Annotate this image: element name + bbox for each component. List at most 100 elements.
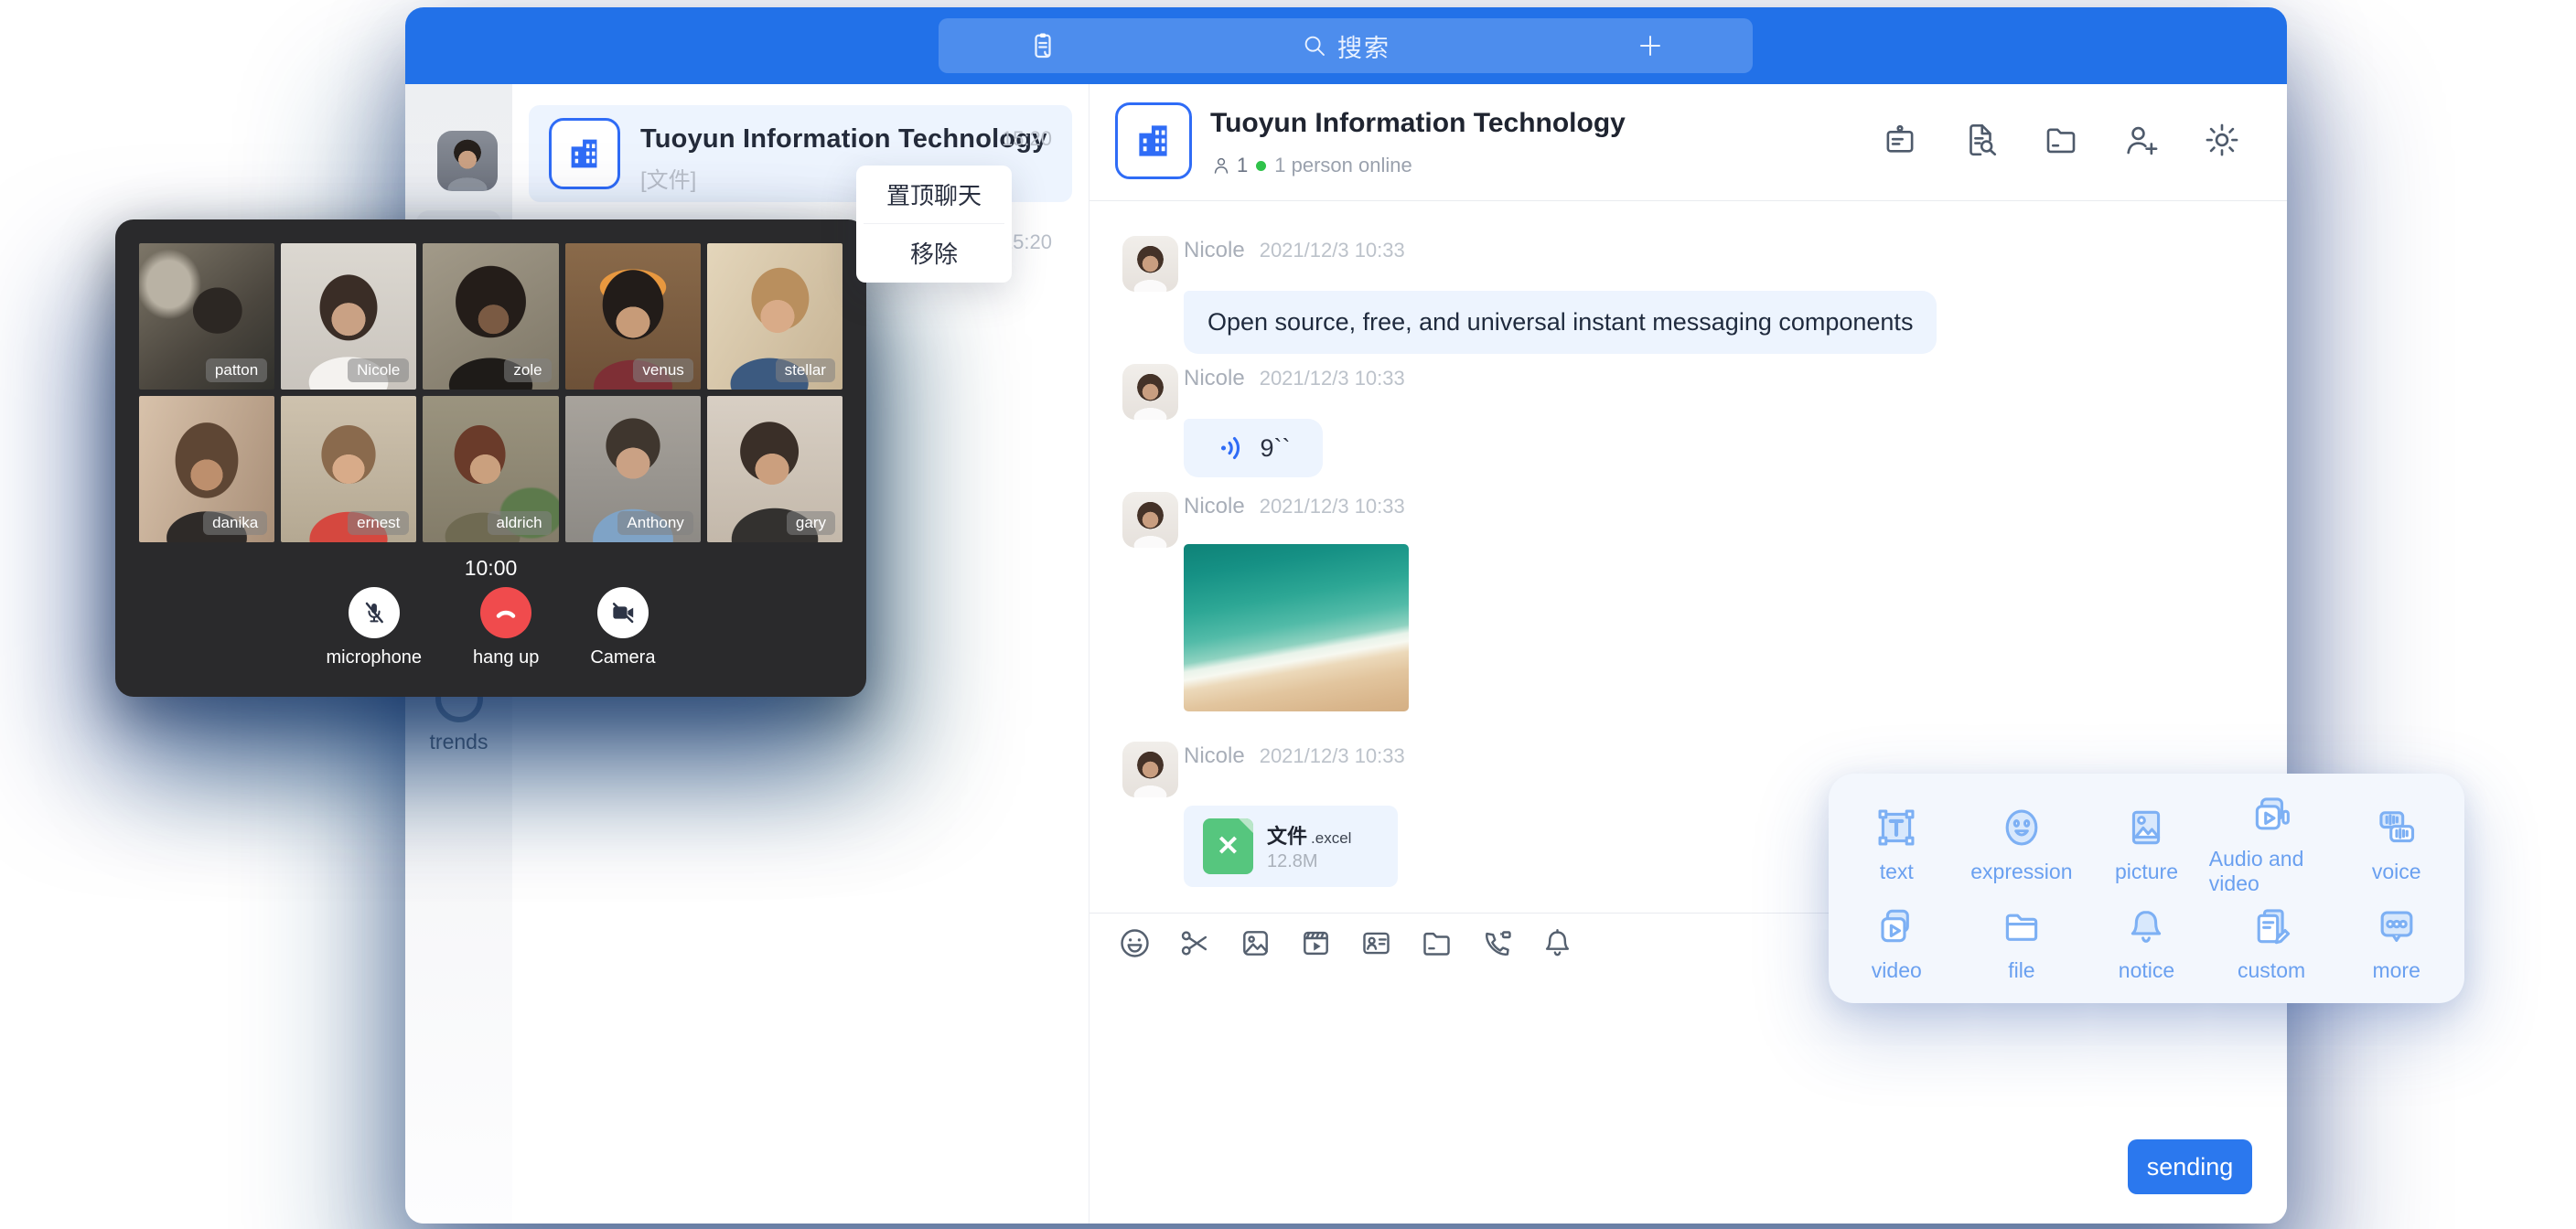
screenshot-icon[interactable] [1177, 925, 1213, 961]
online-dot [1256, 161, 1266, 171]
message-file: Nicole2021/12/3 10:33 ✕ 文件.excel 12.8M [1122, 742, 1488, 897]
hang-up-icon [491, 598, 521, 627]
member-icon [1210, 155, 1232, 176]
search-bar[interactable]: 搜索 [939, 18, 1753, 73]
message-voice: Nicole2021/12/3 10:33 9`` [1122, 364, 1488, 492]
microphone-label: microphone [327, 647, 423, 668]
image-icon[interactable] [1238, 925, 1273, 961]
building-icon [1131, 118, 1176, 164]
panel-label: picture [2115, 860, 2178, 884]
file-ext: .excel [1311, 829, 1351, 847]
video-tile[interactable]: zole [423, 243, 558, 390]
microphone-off-icon [360, 598, 389, 627]
avatar[interactable] [1122, 492, 1178, 548]
camera-label: Camera [590, 647, 655, 668]
video-tile[interactable]: venus [565, 243, 701, 390]
panel-item-more[interactable]: more [2334, 896, 2459, 990]
notification-icon[interactable] [1540, 925, 1575, 961]
hangup-label: hang up [473, 647, 539, 668]
send-button[interactable]: sending [2128, 1139, 2252, 1194]
add-member-icon[interactable] [2122, 121, 2161, 159]
participant-name: patton [206, 358, 267, 382]
message-time: 2021/12/3 10:33 [1260, 367, 1405, 390]
camera-off-button[interactable] [597, 587, 649, 638]
avatar[interactable] [1122, 364, 1178, 420]
call-timer: 10:00 [115, 556, 866, 581]
video-tile[interactable]: Anthony [565, 396, 701, 542]
video-tile[interactable]: patton [139, 243, 274, 390]
excel-file-icon: ✕ [1203, 818, 1253, 874]
chat-title: Tuoyun Information Technology [1210, 108, 1626, 139]
panel-item-text[interactable]: text [1834, 792, 1959, 896]
file-icon [1999, 903, 2045, 949]
video-tile[interactable]: ernest [281, 396, 416, 542]
hang-up-button[interactable] [480, 587, 531, 638]
video-tile[interactable]: stellar [707, 243, 843, 390]
sender-name: Nicole [1184, 238, 1245, 262]
message-time: 2021/12/3 10:33 [1260, 239, 1405, 262]
microphone-control: microphone [327, 587, 423, 668]
video-tile[interactable]: Nicole [281, 243, 416, 390]
voice-icon [2374, 805, 2420, 850]
panel-item-picture[interactable]: picture [2084, 792, 2209, 896]
participant-name: stellar [776, 358, 835, 382]
contact-card-icon[interactable] [1358, 925, 1394, 961]
menu-item-pin[interactable]: 置顶聊天 [856, 166, 1012, 223]
plus-icon[interactable] [1636, 31, 1665, 60]
participant-name: zole [504, 358, 551, 382]
announcement-icon[interactable] [1881, 121, 1919, 159]
voice-wave-icon [1217, 432, 1250, 465]
trends-label: trends [405, 730, 512, 754]
folder-icon[interactable] [2042, 121, 2080, 159]
text-icon [1873, 805, 1919, 850]
search-placeholder: 搜索 [1337, 28, 1390, 64]
picture-icon [2123, 805, 2169, 850]
beach-photo[interactable] [1184, 544, 1409, 711]
search-icon [1301, 32, 1328, 59]
menu-item-remove[interactable]: 移除 [856, 224, 1012, 282]
message-text: Nicole 2021/12/3 10:33 Open source, free,… [1122, 236, 1946, 364]
screenshot-stage: 搜索 trends Tuoyun Information Technology … [0, 0, 2576, 1229]
context-menu: 置顶聊天 移除 [856, 166, 1012, 283]
settings-icon[interactable] [2203, 121, 2241, 159]
panel-item-audio-video[interactable]: Audio and video [2209, 792, 2334, 896]
avatar[interactable] [1122, 236, 1178, 292]
panel-label: notice [2119, 958, 2174, 983]
conversation-title: Tuoyun Information Technology [640, 124, 1047, 155]
emoji-icon[interactable] [1117, 925, 1153, 961]
camera-control: Camera [590, 587, 655, 668]
conversation-preview: [文件] [640, 162, 696, 194]
search-field[interactable]: 搜索 [939, 28, 1753, 64]
call-icon[interactable] [1479, 925, 1515, 961]
video-tile[interactable]: danika [139, 396, 274, 542]
file-bubble[interactable]: ✕ 文件.excel 12.8M [1184, 806, 1398, 887]
file-size: 12.8M [1267, 851, 1318, 872]
video-tile[interactable]: aldrich [423, 396, 558, 542]
voice-bubble[interactable]: 9`` [1184, 419, 1323, 477]
participant-name: aldrich [488, 511, 552, 535]
panel-label: text [1880, 860, 1914, 884]
video-icon[interactable] [1298, 925, 1334, 961]
file-icon[interactable] [1419, 925, 1454, 961]
panel-item-custom[interactable]: custom [2209, 896, 2334, 990]
video-tile[interactable]: gary [707, 396, 843, 542]
conversation-time: 15:20 [1002, 127, 1052, 151]
chat-header: Tuoyun Information Technology 1 1 person… [1089, 84, 2287, 201]
panel-label: Audio and video [2209, 847, 2334, 896]
my-avatar[interactable] [437, 131, 498, 191]
panel-item-notice[interactable]: notice [2084, 896, 2209, 990]
panel-item-expression[interactable]: expression [1959, 792, 2085, 896]
panel-item-file[interactable]: file [1959, 896, 2085, 990]
participant-name: venus [633, 358, 692, 382]
video-icon [1873, 903, 1919, 949]
avatar[interactable] [1122, 742, 1178, 797]
member-count: 1 [1237, 154, 1248, 177]
microphone-off-button[interactable] [349, 587, 400, 638]
panel-item-voice[interactable]: voice [2334, 792, 2459, 896]
panel-label: expression [1970, 860, 2072, 884]
text-bubble[interactable]: Open source, free, and universal instant… [1184, 291, 1937, 354]
panel-item-video[interactable]: video [1834, 896, 1959, 990]
audio-video-icon [2249, 792, 2294, 838]
search-history-icon[interactable] [1961, 121, 2000, 159]
chat-subtitle: 1 1 person online [1210, 154, 1412, 177]
